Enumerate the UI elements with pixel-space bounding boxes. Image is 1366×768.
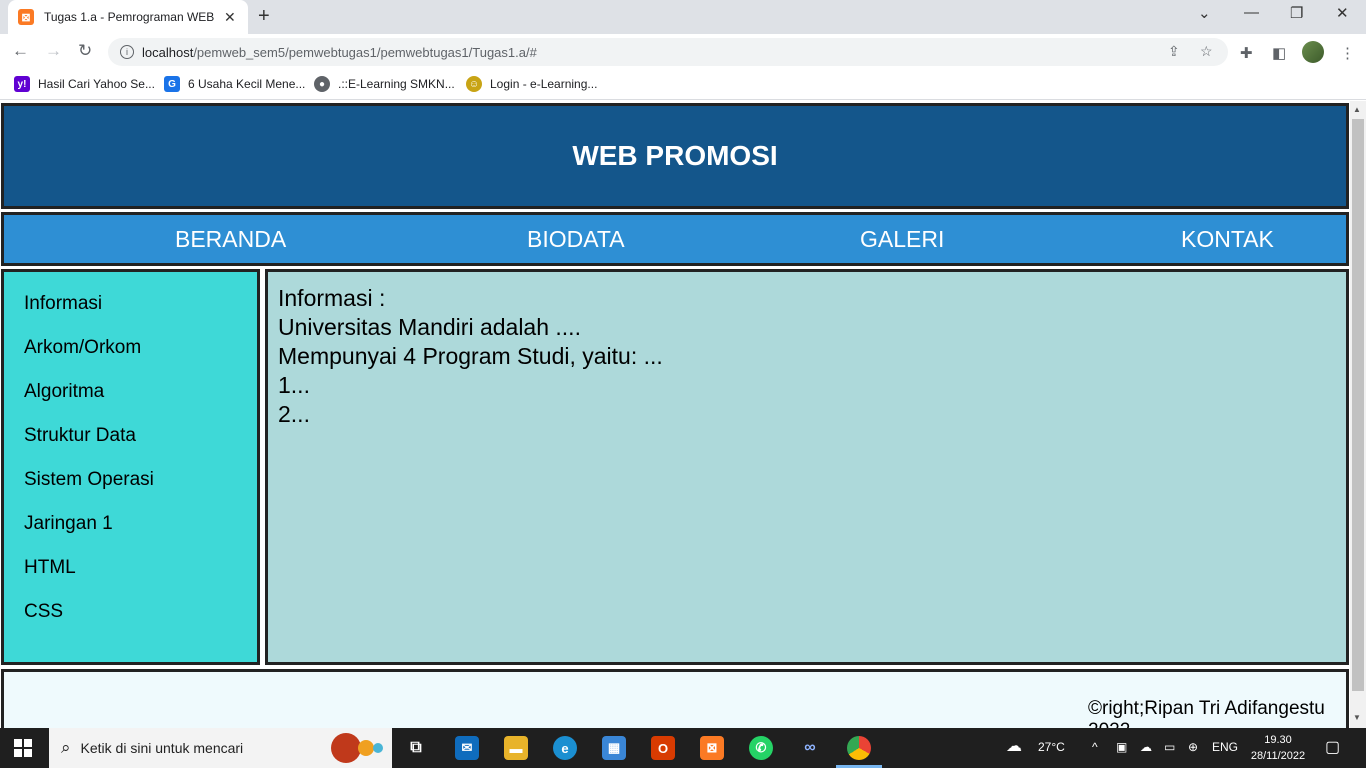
xampp-taskbar-icon[interactable]: ⊠ (700, 736, 724, 760)
taskbar-search[interactable]: ⌕ Ketik di sini untuk mencari (49, 728, 392, 768)
bookmark-star-icon[interactable]: ☆ (1200, 43, 1213, 60)
xampp-icon: ⊠ (18, 9, 34, 25)
url-path: /pemweb_sem5/pemwebtugas1/pemwebtugas1/T… (193, 44, 537, 60)
browser-toolbar: ← → ↻ i localhost/pemweb_sem5/pemwebtuga… (0, 34, 1366, 70)
back-icon[interactable]: ← (12, 41, 29, 61)
bookmarks-bar: y! Hasil Cari Yahoo Se... G 6 Usaha Keci… (0, 70, 1366, 100)
sidebar-item-sistem-operasi[interactable]: Sistem Operasi (24, 469, 154, 491)
battery-icon[interactable]: ▭ (1164, 740, 1175, 754)
main-content: Informasi : Universitas Mandiri adalah .… (265, 269, 1349, 665)
sidebar-item-informasi[interactable]: Informasi (24, 293, 102, 315)
tray-chevron-icon[interactable]: ^ (1092, 740, 1098, 754)
yahoo-icon: y! (14, 76, 30, 92)
info-icon[interactable]: i (120, 45, 134, 59)
weather-temp[interactable]: 27°C (1038, 740, 1065, 754)
tray-cloud-icon[interactable]: ☁ (1140, 740, 1152, 754)
content-line: 2... (278, 401, 310, 427)
bookmark-label: Login - e-Learning... (490, 77, 598, 91)
extensions-icon[interactable]: ✚ (1240, 44, 1253, 62)
infinity-app-icon[interactable]: ∞ (798, 736, 822, 760)
bookmark-item[interactable]: G 6 Usaha Kecil Mene... (164, 76, 305, 92)
sidebar-item-jaringan[interactable]: Jaringan 1 (24, 513, 113, 535)
weather-cloud-icon[interactable]: ☁ (1006, 736, 1022, 756)
nav-galeri[interactable]: GALERI (860, 226, 944, 253)
nav-biodata[interactable]: BIODATA (527, 226, 625, 253)
forward-icon[interactable]: → (45, 41, 62, 61)
restore-icon[interactable]: ❐ (1290, 4, 1303, 22)
url-host: localhost (142, 44, 194, 60)
store-icon[interactable]: ▦ (602, 736, 626, 760)
search-highlight-icon (331, 733, 383, 763)
close-tab-icon[interactable]: ✕ (224, 9, 236, 26)
content-line: Mempunyai 4 Program Studi, yaitu: ... (278, 343, 663, 369)
edge-icon[interactable]: e (553, 736, 577, 760)
scroll-thumb[interactable] (1352, 119, 1364, 691)
clock-time: 19.30 (1264, 734, 1292, 746)
profile-avatar[interactable] (1302, 41, 1324, 63)
sidebar-item-struktur-data[interactable]: Struktur Data (24, 425, 136, 447)
url-text[interactable]: localhost/pemweb_sem5/pemwebtugas1/pemwe… (142, 45, 537, 60)
language-indicator[interactable]: ENG (1212, 740, 1238, 754)
chrome-icon[interactable] (847, 736, 871, 760)
globe-icon: ● (314, 76, 330, 92)
page-header: WEB PROMOSI (1, 103, 1349, 209)
scroll-down-icon[interactable]: ▼ (1353, 713, 1361, 722)
clock-date: 28/11/2022 (1250, 750, 1306, 762)
sidebar-item-arkom[interactable]: Arkom/Orkom (24, 337, 141, 359)
mail-icon[interactable]: ✉ (455, 736, 479, 760)
page-footer: ©right;Ripan Tri Adifangestu 2022 (1, 669, 1349, 728)
content-heading: Informasi : (278, 285, 386, 311)
sidebar: Informasi Arkom/Orkom Algoritma Struktur… (1, 269, 260, 665)
menu-icon[interactable]: ⋮ (1340, 44, 1355, 62)
browser-tab[interactable]: ⊠ Tugas 1.a - Pemrograman WEB ✕ (8, 0, 248, 34)
notification-icon[interactable]: ▢ (1325, 737, 1340, 757)
browser-tabbar: ⊠ Tugas 1.a - Pemrograman WEB ✕ + ⌄ — ❐ … (0, 0, 1366, 34)
address-bar[interactable]: i localhost/pemweb_sem5/pemwebtugas1/pem… (108, 38, 1228, 66)
new-tab-icon[interactable]: + (258, 5, 270, 28)
main-nav: BERANDA BIODATA GALERI KONTAK (1, 212, 1349, 266)
content-line: 1... (278, 372, 310, 398)
page-scrollbar[interactable]: ▲ ▼ (1350, 101, 1366, 728)
copyright-text: ©right;Ripan Tri Adifangestu 2022 (1088, 698, 1325, 728)
scroll-up-icon[interactable]: ▲ (1353, 105, 1361, 114)
sidebar-item-css[interactable]: CSS (24, 601, 63, 623)
windows-start-icon[interactable] (14, 739, 32, 757)
search-placeholder: Ketik di sini untuk mencari (80, 740, 244, 756)
page-title: WEB PROMOSI (572, 140, 778, 171)
nav-kontak[interactable]: KONTAK (1181, 226, 1274, 253)
page-viewport: WEB PROMOSI BERANDA BIODATA GALERI KONTA… (0, 101, 1350, 728)
nav-beranda[interactable]: BERANDA (175, 226, 286, 253)
sidebar-item-algoritma[interactable]: Algoritma (24, 381, 104, 403)
elearning-icon: ☺ (466, 76, 482, 92)
tab-title: Tugas 1.a - Pemrograman WEB (44, 10, 215, 24)
tray-device-icon[interactable]: ▣ (1116, 740, 1127, 754)
bookmark-item[interactable]: ☺ Login - e-Learning... (466, 76, 597, 92)
close-window-icon[interactable]: ✕ (1336, 4, 1349, 22)
reload-icon[interactable]: ↻ (78, 41, 92, 61)
windows-taskbar: ⌕ Ketik di sini untuk mencari ⧉ ✉ ▬ e ▦ … (0, 728, 1366, 768)
office-icon[interactable]: O (651, 736, 675, 760)
bookmark-label: Hasil Cari Yahoo Se... (38, 77, 155, 91)
search-icon: ⌕ (61, 738, 71, 757)
share-icon[interactable]: ⇪ (1168, 43, 1180, 60)
file-explorer-icon[interactable]: ▬ (504, 736, 528, 760)
side-panel-icon[interactable]: ◧ (1272, 44, 1286, 62)
task-view-icon[interactable]: ⧉ (404, 736, 428, 760)
bookmark-item[interactable]: ● .::E-Learning SMKN... (314, 76, 455, 92)
tab-search-icon[interactable]: ⌄ (1198, 4, 1211, 22)
sidebar-item-html[interactable]: HTML (24, 557, 76, 579)
content-line: Universitas Mandiri adalah .... (278, 314, 581, 340)
bookmark-item[interactable]: y! Hasil Cari Yahoo Se... (14, 76, 155, 92)
google-icon: G (164, 76, 180, 92)
network-globe-icon[interactable]: ⊕ (1188, 740, 1198, 754)
whatsapp-icon[interactable]: ✆ (749, 736, 773, 760)
minimize-icon[interactable]: — (1244, 4, 1259, 21)
taskbar-clock[interactable]: 19.30 28/11/2022 (1248, 732, 1308, 764)
bookmark-label: 6 Usaha Kecil Mene... (188, 77, 306, 91)
bookmark-label: .::E-Learning SMKN... (338, 77, 455, 91)
